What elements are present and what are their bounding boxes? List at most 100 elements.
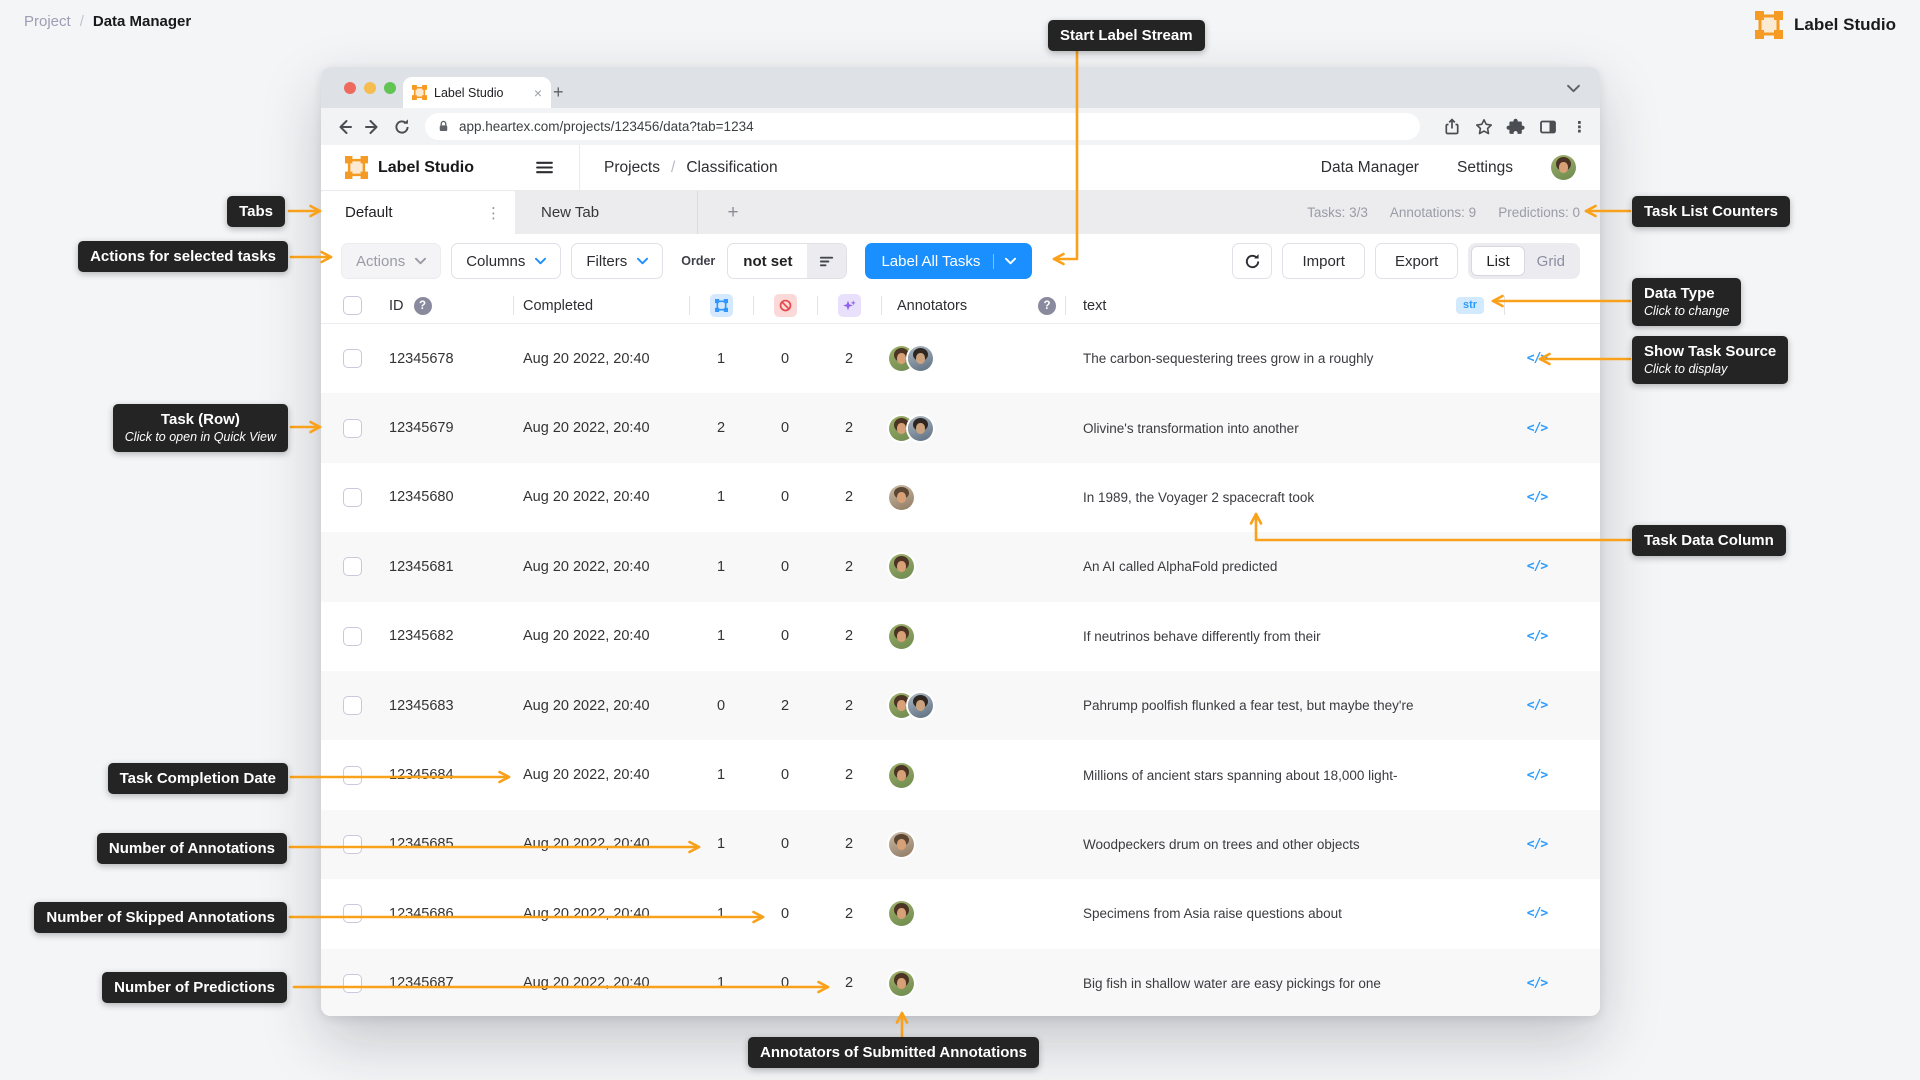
column-header-annotations[interactable] <box>689 288 753 323</box>
show-source-icon[interactable]: </> <box>1527 351 1549 366</box>
share-icon[interactable] <box>1442 117 1462 137</box>
table-row[interactable]: 12345684 Aug 20 2022, 20:40 1 0 2 Millio… <box>321 740 1600 809</box>
show-source-icon[interactable]: </> <box>1527 629 1549 644</box>
task-completed-cell: Aug 20 2022, 20:40 <box>523 975 650 992</box>
show-source-icon[interactable]: </> <box>1527 768 1549 783</box>
browser-new-tab-button[interactable]: + <box>553 83 564 101</box>
browser-menu-kebab-icon[interactable]: ⋮ <box>1572 118 1587 136</box>
task-id-cell: 12345679 <box>389 420 454 437</box>
annotators-avatars <box>889 970 914 996</box>
row-checkbox[interactable] <box>343 834 362 854</box>
annotator-avatar <box>908 415 933 441</box>
export-button[interactable]: Export <box>1374 243 1459 279</box>
user-avatar[interactable] <box>1551 155 1576 180</box>
breadcrumb-project-link[interactable]: Project <box>24 13 71 30</box>
view-grid-button[interactable]: Grid <box>1525 253 1577 270</box>
row-checkbox[interactable] <box>343 626 362 646</box>
row-checkbox[interactable] <box>343 904 362 924</box>
table-row[interactable]: 12345687 Aug 20 2022, 20:40 1 0 2 Big fi… <box>321 948 1600 1016</box>
sort-icon[interactable] <box>807 244 847 278</box>
task-text-cell: Woodpeckers drum on trees and other obje… <box>1083 836 1360 852</box>
view-list-button[interactable]: List <box>1471 246 1525 276</box>
column-header-text[interactable]: text <box>1065 288 1435 323</box>
browser-tab[interactable]: Label Studio × <box>403 77 551 108</box>
show-source-icon[interactable]: </> <box>1527 906 1549 921</box>
predictions-count-cell: 2 <box>844 350 854 367</box>
row-checkbox[interactable] <box>343 349 362 369</box>
show-source-icon[interactable]: </> <box>1527 421 1549 436</box>
show-source-icon[interactable]: </> <box>1527 837 1549 852</box>
column-header-annotators[interactable]: Annotators <box>881 288 1029 323</box>
refresh-button[interactable] <box>1232 243 1273 279</box>
filters-label: Filters <box>586 252 628 270</box>
task-completed-cell: Aug 20 2022, 20:40 <box>523 767 650 784</box>
nav-data-manager-link[interactable]: Data Manager <box>1321 159 1419 177</box>
skipped-count-cell: 0 <box>780 558 790 575</box>
browser-tab-strip: Label Studio × + <box>321 67 1600 108</box>
row-checkbox[interactable] <box>343 973 362 993</box>
callout-actions: Actions for selected tasks <box>78 241 288 272</box>
label-all-tasks-button[interactable]: Label All Tasks <box>865 243 1033 279</box>
minimize-window-button[interactable] <box>364 82 376 94</box>
table-row[interactable]: 12345685 Aug 20 2022, 20:40 1 0 2 Woodpe… <box>321 809 1600 880</box>
maximize-window-button[interactable] <box>384 82 396 94</box>
extensions-puzzle-icon[interactable] <box>1506 117 1526 137</box>
column-header-predictions[interactable] <box>817 288 881 323</box>
tab-new-tab[interactable]: New Tab <box>515 191 697 234</box>
reload-icon[interactable] <box>392 117 412 137</box>
top-brand-name: Label Studio <box>1794 15 1896 34</box>
side-panel-icon[interactable] <box>1538 117 1558 137</box>
annotations-count-cell: 1 <box>716 350 726 367</box>
predictions-count-cell: 2 <box>844 975 854 992</box>
bookmark-star-icon[interactable] <box>1474 117 1494 137</box>
column-header-skipped[interactable] <box>753 288 817 323</box>
show-source-icon[interactable]: </> <box>1527 559 1549 574</box>
export-label: Export <box>1394 252 1439 270</box>
table-row[interactable]: 12345678 Aug 20 2022, 20:40 1 0 2 The ca… <box>321 324 1600 393</box>
row-checkbox[interactable] <box>343 487 362 507</box>
back-icon[interactable] <box>334 117 354 137</box>
data-type-badge[interactable]: str <box>1455 297 1485 314</box>
nav-settings-link[interactable]: Settings <box>1457 159 1513 177</box>
select-all-checkbox[interactable] <box>343 296 362 315</box>
add-tab-button[interactable]: + <box>697 191 768 234</box>
columns-dropdown[interactable]: Columns <box>451 243 562 279</box>
show-source-icon[interactable]: </> <box>1527 698 1549 713</box>
order-control[interactable]: not set <box>727 243 848 279</box>
column-header-completed[interactable]: Completed <box>513 288 689 323</box>
task-text-cell: Big fish in shallow water are easy picki… <box>1083 975 1381 991</box>
column-header-id[interactable]: ID ? <box>377 288 477 323</box>
row-checkbox[interactable] <box>343 418 362 438</box>
actions-label: Actions <box>356 252 406 270</box>
table-row[interactable]: 12345683 Aug 20 2022, 20:40 0 2 2 Pahrum… <box>321 670 1600 741</box>
table-row[interactable]: 12345679 Aug 20 2022, 20:40 2 0 2 Olivin… <box>321 393 1600 463</box>
task-id-cell: 12345684 <box>389 767 454 784</box>
skipped-count-cell: 0 <box>780 628 790 645</box>
help-icon[interactable]: ? <box>413 296 432 315</box>
table-row[interactable]: 12345680 Aug 20 2022, 20:40 1 0 2 In 198… <box>321 463 1600 532</box>
table-row[interactable]: 12345682 Aug 20 2022, 20:40 1 0 2 If neu… <box>321 602 1600 671</box>
app-breadcrumb-projects-link[interactable]: Projects <box>604 159 660 177</box>
address-bar[interactable]: app.heartex.com/projects/123456/data?tab… <box>425 113 1420 140</box>
forward-icon[interactable] <box>363 117 383 137</box>
actions-dropdown[interactable]: Actions <box>341 243 442 279</box>
table-row[interactable]: 12345686 Aug 20 2022, 20:40 1 0 2 Specim… <box>321 879 1600 948</box>
close-tab-icon[interactable]: × <box>534 86 542 100</box>
help-icon[interactable]: ? <box>1038 296 1056 315</box>
row-checkbox[interactable] <box>343 765 362 785</box>
close-window-button[interactable] <box>344 82 356 94</box>
tab-options-kebab-icon[interactable]: ⋮ <box>486 204 501 222</box>
chevron-down-icon[interactable] <box>1567 84 1580 93</box>
show-source-icon[interactable]: </> <box>1527 490 1549 505</box>
callout-task-completion-date: Task Completion Date <box>107 763 288 794</box>
row-checkbox[interactable] <box>343 696 362 716</box>
show-source-icon[interactable]: </> <box>1527 976 1549 991</box>
import-button[interactable]: Import <box>1282 243 1365 279</box>
filters-dropdown[interactable]: Filters <box>571 243 664 279</box>
button-divider <box>993 253 995 269</box>
predictions-count-cell: 2 <box>844 767 854 784</box>
hamburger-menu-icon[interactable] <box>534 157 555 178</box>
tab-default[interactable]: Default ⋮ <box>321 191 515 234</box>
row-checkbox[interactable] <box>343 557 362 577</box>
table-row[interactable]: 12345681 Aug 20 2022, 20:40 1 0 2 An AI … <box>321 532 1600 602</box>
